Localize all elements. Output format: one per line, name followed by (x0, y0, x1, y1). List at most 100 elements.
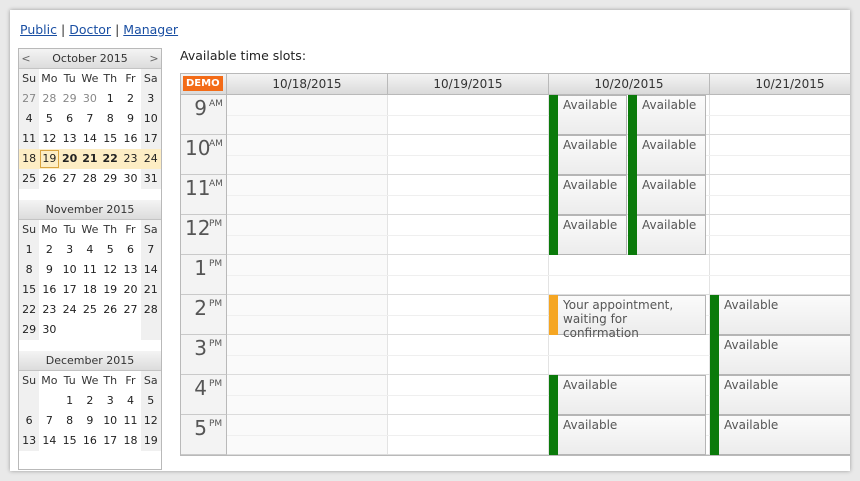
mini-day[interactable]: 6 (60, 109, 80, 129)
mini-day[interactable]: 16 (39, 280, 59, 300)
mini-day[interactable]: 15 (19, 280, 40, 300)
mini-day[interactable]: 6 (19, 411, 40, 431)
mini-day[interactable]: 23 (39, 300, 59, 320)
mini-day[interactable]: 2 (80, 391, 100, 411)
available-slot[interactable]: Available (549, 375, 706, 415)
mini-day[interactable]: 5 (140, 391, 161, 411)
available-slot[interactable]: Available (628, 95, 706, 135)
mini-day[interactable]: 8 (60, 411, 80, 431)
mini-day[interactable]: 18 (80, 280, 100, 300)
mini-day[interactable]: 27 (60, 169, 80, 189)
available-slot[interactable]: Available (549, 215, 627, 255)
mini-day[interactable]: 8 (19, 260, 40, 280)
nav-link-public[interactable]: Public (20, 22, 57, 37)
mini-day[interactable]: 8 (100, 109, 120, 129)
mini-day[interactable]: 1 (100, 89, 120, 109)
available-slot[interactable]: Available (628, 175, 706, 215)
mini-day[interactable]: 1 (19, 240, 40, 260)
mini-day[interactable]: 20 (59, 149, 80, 169)
mini-day[interactable]: 12 (140, 411, 161, 431)
mini-day[interactable]: 3 (140, 89, 161, 109)
available-slot[interactable]: Available (710, 335, 850, 375)
mini-day[interactable]: 28 (39, 89, 59, 109)
available-slot[interactable]: Available (549, 135, 627, 175)
mini-day[interactable]: 11 (80, 260, 100, 280)
mini-day[interactable]: 16 (80, 431, 100, 451)
mini-day[interactable]: 3 (100, 391, 120, 411)
mini-day[interactable]: 4 (80, 240, 100, 260)
mini-day[interactable]: 3 (60, 240, 80, 260)
mini-day[interactable]: 5 (39, 109, 59, 129)
mini-day[interactable]: 17 (60, 280, 80, 300)
mini-day[interactable]: 5 (100, 240, 120, 260)
mini-day[interactable]: 7 (140, 240, 161, 260)
mini-day[interactable]: 29 (19, 320, 40, 340)
mini-day[interactable]: 28 (140, 300, 161, 320)
available-slot[interactable]: Available (628, 215, 706, 255)
mini-day[interactable]: 20 (120, 280, 140, 300)
mini-day[interactable]: 11 (19, 129, 40, 149)
available-slot[interactable]: Available (710, 375, 850, 415)
mini-day[interactable]: 12 (39, 129, 59, 149)
mini-day[interactable]: 24 (60, 300, 80, 320)
available-slot[interactable]: Available (549, 95, 627, 135)
available-slot[interactable]: Available (710, 415, 850, 455)
mini-day[interactable]: 29 (100, 169, 120, 189)
mini-day[interactable]: 19 (100, 280, 120, 300)
mini-day[interactable]: 6 (120, 240, 140, 260)
mini-day[interactable]: 10 (60, 260, 80, 280)
mini-day[interactable]: 22 (100, 149, 121, 169)
mini-day[interactable]: 2 (39, 240, 59, 260)
mini-day[interactable]: 10 (140, 109, 161, 129)
mini-day[interactable]: 10 (100, 411, 120, 431)
mini-day[interactable]: 26 (100, 300, 120, 320)
mini-day[interactable]: 29 (60, 89, 80, 109)
mini-day[interactable]: 28 (80, 169, 100, 189)
mini-day[interactable]: 21 (140, 280, 161, 300)
mini-day[interactable]: 23 (120, 149, 141, 169)
mini-day[interactable]: 24 (140, 149, 161, 169)
mini-day[interactable]: 9 (80, 411, 100, 431)
mini-day[interactable]: 11 (120, 411, 140, 431)
mini-day[interactable]: 17 (100, 431, 120, 451)
mini-day[interactable]: 2 (120, 89, 140, 109)
mini-day[interactable]: 16 (120, 129, 140, 149)
mini-day[interactable]: 4 (120, 391, 140, 411)
mini-day[interactable]: 14 (39, 431, 59, 451)
mini-day[interactable]: 13 (120, 260, 140, 280)
mini-day[interactable]: 30 (120, 169, 140, 189)
mini-day[interactable]: 31 (140, 169, 161, 189)
mini-day[interactable]: 4 (19, 109, 40, 129)
mini-day[interactable]: 13 (19, 431, 40, 451)
mini-day[interactable]: 9 (39, 260, 59, 280)
pending-appointment[interactable]: Your appointment, waiting for confirmati… (549, 295, 706, 340)
mini-day[interactable]: 22 (19, 300, 40, 320)
mini-day[interactable]: 17 (140, 129, 161, 149)
mini-day[interactable]: 15 (100, 129, 120, 149)
mini-day[interactable]: 18 (19, 149, 40, 169)
mini-day[interactable]: 21 (79, 149, 101, 169)
mini-day[interactable]: 30 (39, 320, 59, 340)
available-slot[interactable]: Available (549, 175, 627, 215)
mini-day[interactable]: 12 (100, 260, 120, 280)
mini-day[interactable]: 7 (80, 109, 100, 129)
chevron-left-icon[interactable]: < (19, 49, 33, 68)
mini-day[interactable]: 14 (140, 260, 161, 280)
mini-day[interactable]: 19 (140, 431, 161, 451)
mini-day[interactable]: 30 (80, 89, 100, 109)
available-slot[interactable]: Available (710, 295, 850, 335)
available-slot[interactable]: Available (628, 135, 706, 175)
mini-day[interactable]: 27 (19, 89, 40, 109)
mini-day[interactable]: 14 (80, 129, 100, 149)
available-slot[interactable]: Available (549, 415, 706, 455)
mini-day[interactable]: 15 (60, 431, 80, 451)
mini-day[interactable]: 1 (60, 391, 80, 411)
mini-day[interactable]: 18 (120, 431, 140, 451)
mini-day[interactable]: 26 (39, 169, 59, 189)
mini-day[interactable]: 19 (39, 149, 60, 169)
mini-day[interactable]: 7 (39, 411, 59, 431)
nav-link-doctor[interactable]: Doctor (69, 22, 111, 37)
mini-day[interactable]: 9 (120, 109, 140, 129)
nav-link-manager[interactable]: Manager (123, 22, 178, 37)
mini-day[interactable]: 25 (19, 169, 40, 189)
